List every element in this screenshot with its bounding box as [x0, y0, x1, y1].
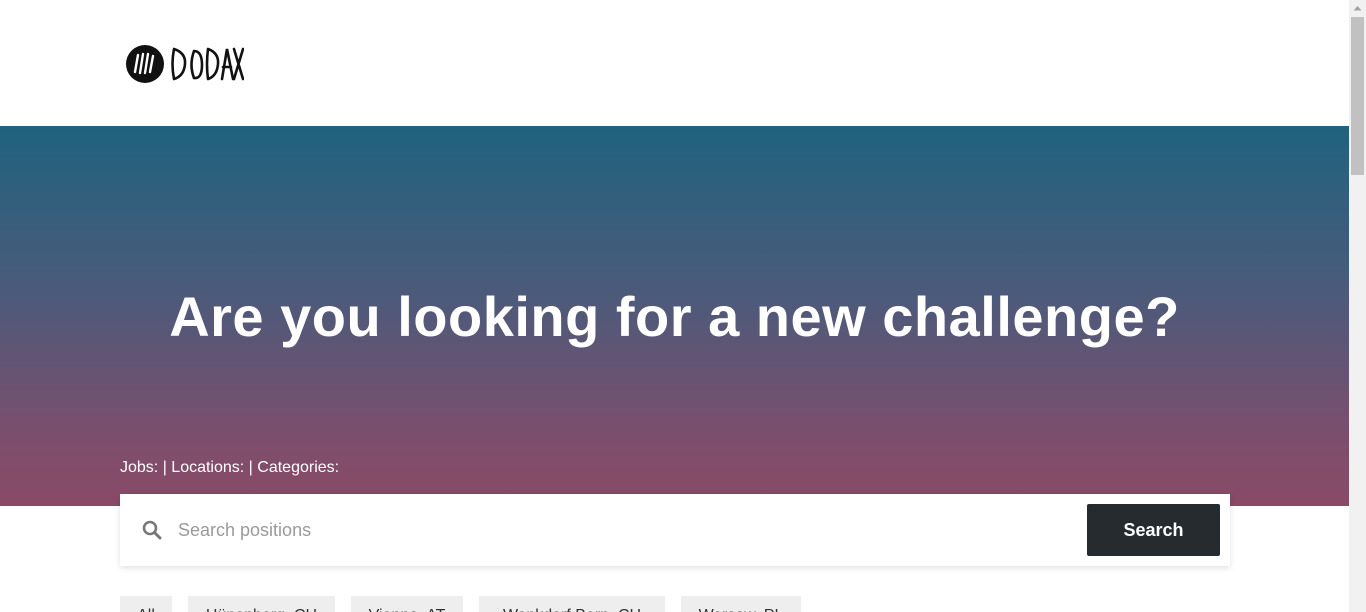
- page: Are you looking for a new challenge? Job…: [0, 0, 1349, 612]
- scroll-up-arrow-icon[interactable]: [1349, 0, 1366, 17]
- filter-chip-hunenberg[interactable]: Hünenberg, CH: [188, 596, 335, 612]
- search-positions-input[interactable]: [178, 508, 1078, 552]
- dodax-logo-icon: [126, 45, 244, 83]
- page-scrollbar[interactable]: [1349, 0, 1366, 612]
- filter-chip-wankdorf-bern[interactable]: Wankdorf Bern, CH: [479, 596, 665, 612]
- filter-chip-vienna[interactable]: Vienna, AT: [351, 596, 463, 612]
- hero-banner: Are you looking for a new challenge? Job…: [0, 126, 1349, 506]
- dodax-logo[interactable]: [124, 40, 244, 88]
- hero-title: Are you looking for a new challenge?: [169, 285, 1180, 348]
- scrollbar-thumb[interactable]: [1351, 17, 1364, 175]
- job-stats: Jobs: | Locations: | Categories:: [120, 459, 340, 476]
- search-bar: Search: [120, 494, 1230, 566]
- site-header: [0, 0, 1349, 126]
- search-button[interactable]: Search: [1087, 504, 1220, 556]
- filter-chip-all[interactable]: All: [120, 596, 172, 612]
- filter-chip-warsaw[interactable]: Warsaw, PL: [681, 596, 801, 612]
- search-icon: [142, 520, 162, 540]
